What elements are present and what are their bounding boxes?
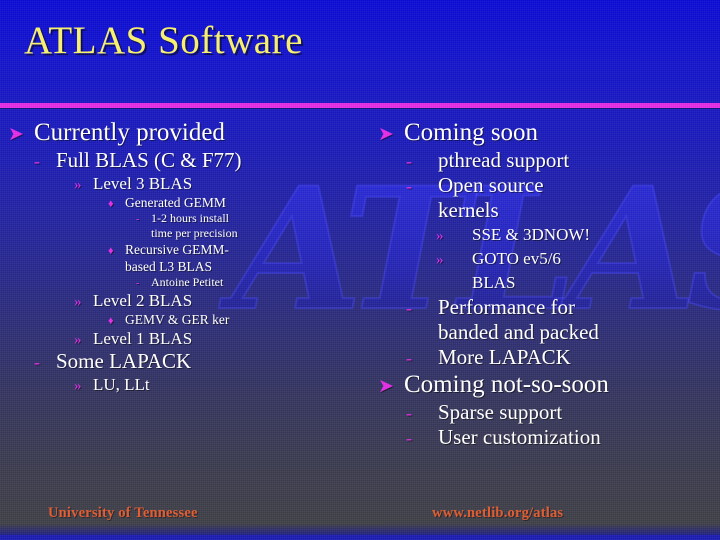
chevron-bullet-icon: » xyxy=(74,294,82,310)
right_column-bullet-text: pthread support xyxy=(438,148,570,172)
arrow-bullet-icon: ➤ xyxy=(378,124,394,145)
dash-bullet-icon: - xyxy=(406,176,412,196)
left_column-bullet-text: 1-2 hours install xyxy=(151,211,229,225)
chevron-bullet-icon: » xyxy=(74,378,82,394)
right_column-bullet-text: Coming soon xyxy=(404,119,539,146)
bottom-accent-bar xyxy=(0,535,720,540)
right_column-bullet-line: - pthread support xyxy=(406,148,716,173)
right_column-bullet-line: kernels xyxy=(406,198,716,223)
left_column-bullet-line: ♦ Recursive GEMM- xyxy=(108,241,376,258)
spacer-bullet-icon xyxy=(108,263,125,274)
dash-bullet-icon: - xyxy=(406,428,412,448)
presentation-slide: ATLAS ATLAS Software ➤Currently provided… xyxy=(0,0,720,540)
right_column-bullet-text: Performance for xyxy=(438,295,576,319)
arrow-bullet-icon: ➤ xyxy=(378,376,394,397)
left_column-bullet-line: - Antoine Petitet xyxy=(136,275,376,290)
left_column-bullet-line: » Level 1 BLAS xyxy=(74,328,376,349)
right_column-bullet-text: Sparse support xyxy=(438,400,563,424)
right_column-bullet-text: banded and packed xyxy=(438,320,599,344)
dash-bullet-icon: - xyxy=(34,151,40,171)
left_column-bullet-text: LU, LLt xyxy=(93,375,150,394)
chevron-bullet-icon: » xyxy=(74,177,82,193)
chevron-bullet-icon: » xyxy=(436,252,444,268)
right_column-bullet-text: BLAS xyxy=(472,273,516,292)
right_column-bullet-line: BLAS xyxy=(436,271,716,295)
left_column-bullet-line: ♦ GEMV & GER ker xyxy=(108,311,376,328)
arrow-bullet-icon: ➤ xyxy=(8,124,24,145)
right_column-bullet-line: ➤ Coming soon xyxy=(378,118,716,148)
right_column-bullet-text: GOTO ev5/6 xyxy=(472,249,561,268)
left_column-bullet-text: Antoine Petitet xyxy=(151,275,224,289)
left_column-bullet-text: Full BLAS (C & F77) xyxy=(56,148,242,172)
footer-organization: University of Tennessee xyxy=(48,505,198,521)
left_column-bullet-line: ➤ Currently provided xyxy=(8,118,376,148)
dash-bullet-icon: - xyxy=(406,348,412,368)
right_column-bullet-line: - User customization xyxy=(406,425,716,450)
right_column-bullet-line: - Sparse support xyxy=(406,400,716,425)
right_column-bullet-text: More LAPACK xyxy=(438,345,571,369)
left_column-bullet-text: Level 3 BLAS xyxy=(93,174,193,193)
left_column-bullet-text: based L3 BLAS xyxy=(125,259,212,274)
right_column-bullet-text: User customization xyxy=(438,425,601,449)
right_column-bullet-line: » SSE & 3DNOW! xyxy=(436,223,716,247)
dash-bullet-icon: - xyxy=(406,151,412,171)
left_column-bullet-line: - Some LAPACK xyxy=(34,349,376,374)
right_column-bullet-line: » GOTO ev5/6 xyxy=(436,247,716,271)
left_column-bullet-text: Some LAPACK xyxy=(56,349,192,373)
spacer-bullet-icon xyxy=(136,230,151,240)
left_column-bullet-line: » LU, LLt xyxy=(74,374,376,395)
left_column-bullet-text: Currently provided xyxy=(34,119,225,146)
diamond-bullet-icon: ♦ xyxy=(108,245,114,257)
right_column-bullet-line: - Open source xyxy=(406,173,716,198)
right_column-bullet-line: banded and packed xyxy=(406,320,716,345)
right_column-bullet-line: ➤ Coming not-so-soon xyxy=(378,370,716,400)
right_column-bullet-text: SSE & 3DNOW! xyxy=(472,225,591,244)
left_column-bullet-line: time per precision xyxy=(136,226,376,241)
left_column-bullet-line: - Full BLAS (C & F77) xyxy=(34,148,376,173)
spacer-bullet-icon xyxy=(406,324,438,342)
dash-bullet-icon: - xyxy=(406,403,412,423)
left_column-bullet-text: Generated GEMM xyxy=(125,195,226,210)
left_column-bullet-line: -1-2 hours install xyxy=(136,211,376,226)
left-content-column: ➤ Currently provided - Full BLAS (C & F77)»… xyxy=(8,118,376,395)
left_column-bullet-text: Level 2 BLAS xyxy=(93,291,193,310)
footer-url: www.netlib.org/atlas xyxy=(432,505,564,521)
left_column-bullet-text: GEMV & GER ker xyxy=(125,312,230,327)
left_column-bullet-line: based L3 BLAS xyxy=(108,258,376,275)
diamond-bullet-icon: ♦ xyxy=(108,198,114,210)
slide-title: ATLAS Software xyxy=(24,19,303,62)
chevron-bullet-icon: » xyxy=(74,332,82,348)
left_column-bullet-text: Level 1 BLAS xyxy=(93,329,193,348)
right_column-bullet-text: Coming not-so-soon xyxy=(404,371,609,398)
right-content-column: ➤ Coming soon - pthread support - Open source… xyxy=(378,118,716,450)
spacer-bullet-icon xyxy=(436,277,472,292)
left_column-bullet-text: Recursive GEMM- xyxy=(125,242,229,257)
dash-bullet-icon: - xyxy=(136,214,140,225)
left_column-bullet-text: time per precision xyxy=(151,226,238,240)
left_column-bullet-line: » Level 3 BLAS xyxy=(74,173,376,194)
right_column-bullet-text: Open source xyxy=(438,173,544,197)
dash-bullet-icon: - xyxy=(136,278,140,289)
dash-bullet-icon: - xyxy=(406,298,412,318)
title-divider-rule xyxy=(0,103,720,108)
left_column-bullet-line: ♦ Generated GEMM xyxy=(108,194,376,211)
chevron-bullet-icon: » xyxy=(436,228,444,244)
dash-bullet-icon: - xyxy=(34,352,40,372)
right_column-bullet-line: - More LAPACK xyxy=(406,345,716,370)
right_column-bullet-text: kernels xyxy=(438,198,499,222)
right_column-bullet-line: - Performance for xyxy=(406,295,716,320)
diamond-bullet-icon: ♦ xyxy=(108,315,114,327)
left_column-bullet-line: » Level 2 BLAS xyxy=(74,290,376,311)
spacer-bullet-icon xyxy=(406,202,438,220)
